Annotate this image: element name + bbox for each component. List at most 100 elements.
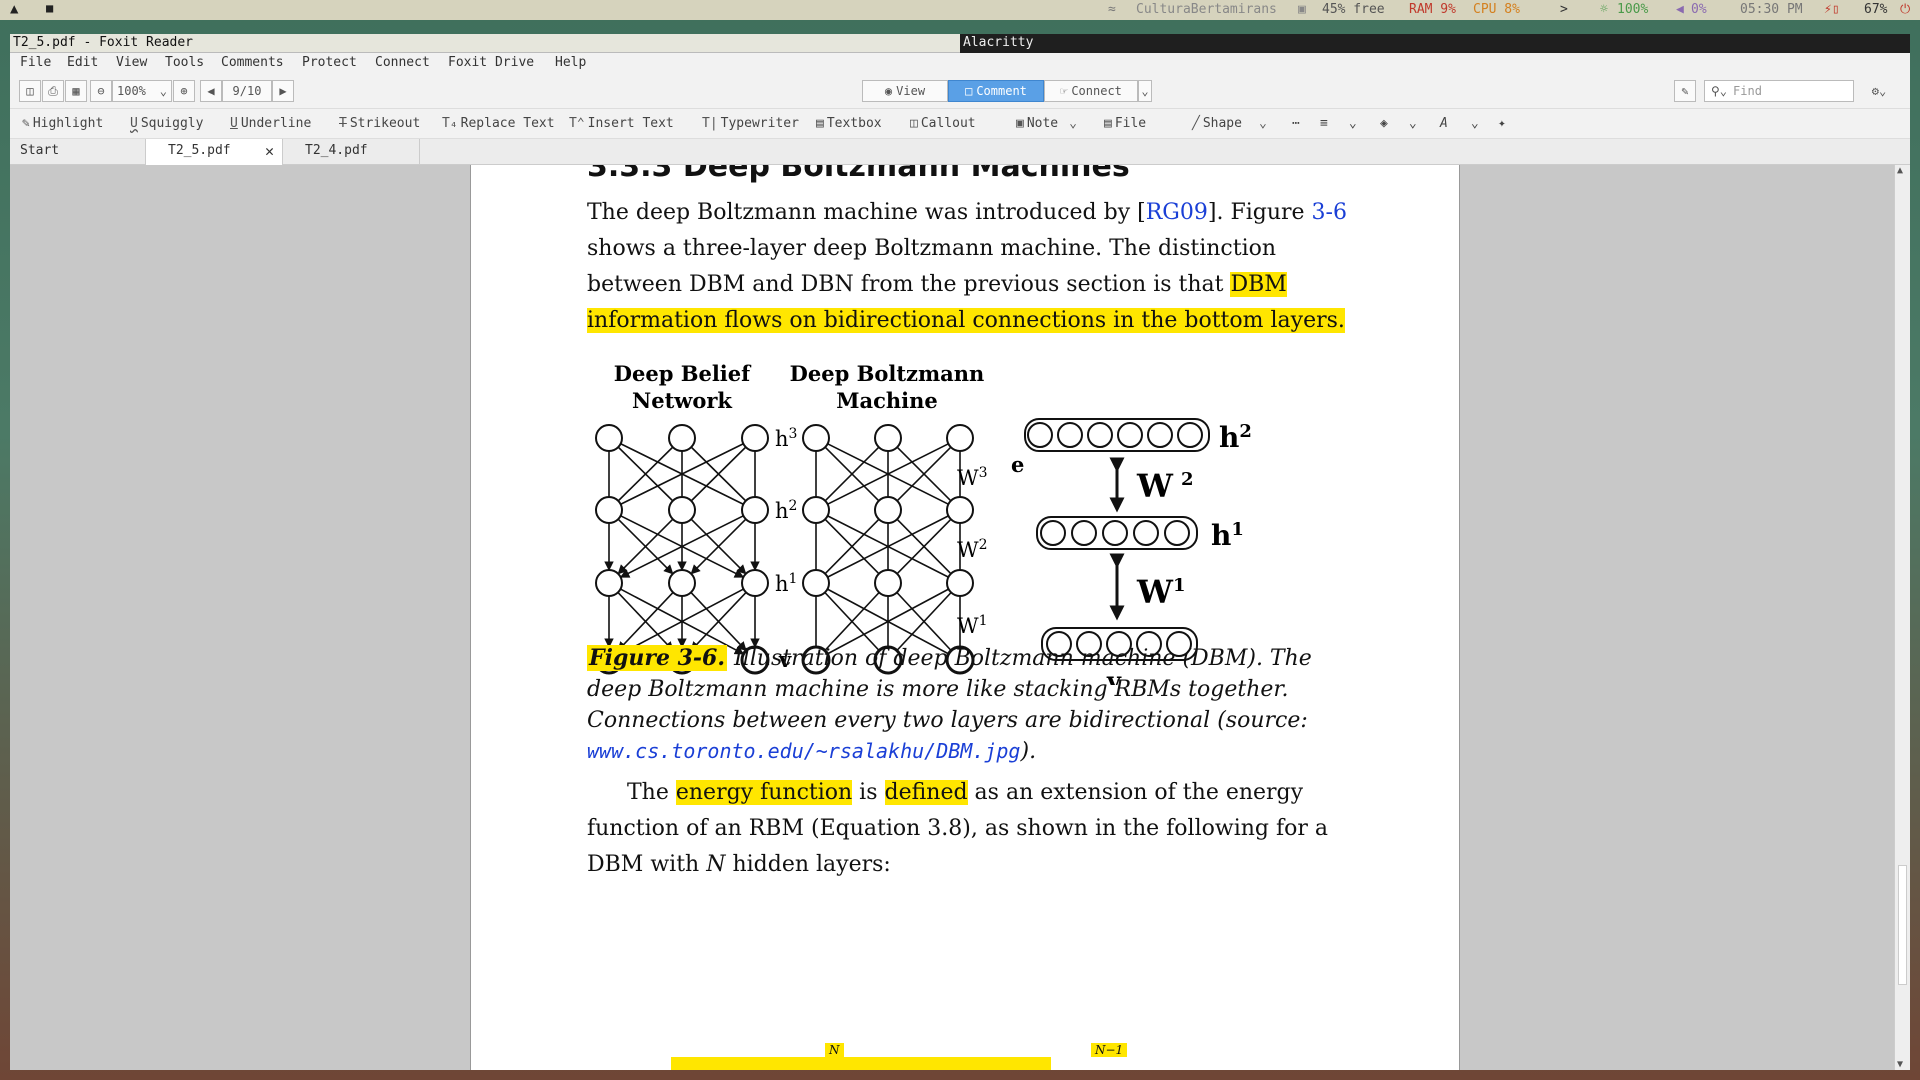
power-icon[interactable]: ⏻ <box>1900 2 1910 17</box>
label-h2: h2 <box>775 498 797 523</box>
menu-comments[interactable]: Comments <box>221 55 284 70</box>
caption-end: ). <box>1020 739 1037 764</box>
comment-mode-button[interactable]: □ Comment <box>948 80 1044 102</box>
label-w2: W2 <box>957 537 988 562</box>
mode-dropdown-icon[interactable]: ⌄ <box>1138 80 1152 102</box>
workspace-indicator-icon[interactable]: ■ <box>46 1 53 15</box>
file-attach-icon: ▤ <box>1104 116 1112 131</box>
shape-tool[interactable]: ╱ Shape ⌄ <box>1192 116 1267 131</box>
font-style-icon[interactable]: A ⌄ <box>1440 116 1479 131</box>
replace-text-label: Replace Text <box>460 116 555 131</box>
dbn-node <box>595 496 623 524</box>
document-viewer[interactable]: 3.3.3 Deep Boltzmann Machines The deep B… <box>10 165 1894 1070</box>
strikeout-label: Strikeout <box>349 116 421 131</box>
tab-t2-4[interactable]: T2_4.pdf <box>283 139 420 165</box>
menu-bar: File Edit View Tools Comments Protect Co… <box>10 53 1910 73</box>
menu-tools[interactable]: Tools <box>165 55 204 70</box>
previous-page-icon[interactable]: ◀ <box>200 80 222 102</box>
dbn-node <box>741 569 769 597</box>
page-number-input[interactable]: 9/10 <box>222 80 272 102</box>
vertical-scrollbar[interactable]: ▲ ▼ <box>1894 165 1910 1070</box>
chevron-right-icon[interactable]: > <box>1560 2 1568 17</box>
scroll-up-icon[interactable]: ▲ <box>1897 165 1903 176</box>
zoom-select[interactable]: 100% ⌄ <box>112 80 172 102</box>
menu-view[interactable]: View <box>116 55 147 70</box>
p2-text-b: is <box>852 780 885 805</box>
scrollbar-thumb[interactable] <box>1898 865 1907 985</box>
menu-connect[interactable]: Connect <box>375 55 430 70</box>
figure-link[interactable]: 3-6 <box>1312 200 1347 225</box>
p2-n: N <box>706 852 726 877</box>
callout-tool[interactable]: ◫ Callout <box>910 116 976 131</box>
squiggly-tool[interactable]: U Squiggly <box>130 116 203 131</box>
textbox-tool[interactable]: ▤ Textbox <box>816 116 882 131</box>
find-input[interactable]: ⚲⌄ Find <box>1704 80 1854 102</box>
brightness-level: 100% <box>1617 2 1649 17</box>
label-h3: h3 <box>775 426 797 451</box>
p1-text-a: The deep Boltzmann machine was introduce… <box>587 200 1146 225</box>
tab-t2-5[interactable]: T2_5.pdf ✕ <box>146 139 283 165</box>
rbm-node <box>1071 520 1097 546</box>
wifi-icon: ≈ <box>1108 2 1116 17</box>
connect-mode-button[interactable]: ☞ Connect <box>1044 80 1138 102</box>
insert-text-icon: T⌃ <box>569 116 585 131</box>
main-toolbar: ◫ ⎙ ▦ ⊖ 100% ⌄ ⊕ ◀ 9/10 ▶ ◉ View □ Comment … <box>10 73 1910 109</box>
zoom-out-icon[interactable]: ⊖ <box>90 80 112 102</box>
rbm-label-h1: h1 <box>1211 519 1244 552</box>
arch-logo-icon[interactable]: ▲ <box>10 1 18 17</box>
line-style-icon[interactable]: ≡ ⌄ <box>1320 116 1357 131</box>
menu-foxit-drive[interactable]: Foxit Drive <box>448 55 534 70</box>
dbm-title-2: Machine <box>836 388 938 413</box>
scroll-down-icon[interactable]: ▼ <box>1897 1059 1903 1070</box>
menu-file[interactable]: File <box>20 55 51 70</box>
caption-source-link[interactable]: www.cs.toronto.edu/~rsalakhu/DBM.jpg <box>587 739 1020 763</box>
insert-text-label: Insert Text <box>587 116 674 131</box>
highlight-defined[interactable]: defined <box>884 780 968 805</box>
p1-text-b: ]. Figure <box>1207 200 1312 225</box>
view-mode-button[interactable]: ◉ View <box>862 80 948 102</box>
insert-text-tool[interactable]: T⌃ Insert Text <box>569 116 674 131</box>
dbn-node <box>668 424 696 452</box>
equation-sup-n-minus-1: N−1 <box>1091 1043 1128 1057</box>
dbn-node <box>595 569 623 597</box>
comment-toolbar: ✎ Highlight U Squiggly U Underline T Strikeo… <box>10 109 1910 139</box>
menu-edit[interactable]: Edit <box>67 55 98 70</box>
caption-label[interactable]: Figure 3-6. <box>587 645 728 671</box>
print-icon[interactable]: ⎙ <box>42 80 64 102</box>
typewriter-tool[interactable]: T| Typewriter <box>702 116 799 131</box>
edit-pen-icon[interactable]: ✎ <box>1674 80 1696 102</box>
strikeout-tool[interactable]: T Strikeout <box>339 116 420 131</box>
dbm-connections <box>815 443 961 655</box>
volume-level: 0% <box>1691 2 1707 17</box>
settings-icon[interactable]: ⚙⌄ <box>1862 80 1896 102</box>
equation-highlight[interactable] <box>671 1057 1051 1070</box>
next-page-icon[interactable]: ▶ <box>272 80 294 102</box>
dbm-node <box>946 424 974 452</box>
menu-help[interactable]: Help <box>555 55 586 70</box>
menu-protect[interactable]: Protect <box>302 55 357 70</box>
highlight-energy-function[interactable]: energy function <box>675 780 853 805</box>
tab-start[interactable]: Start <box>10 139 146 165</box>
rbm-node <box>1057 422 1083 448</box>
file-label: File <box>1114 116 1147 131</box>
note-label: Note <box>1026 116 1059 131</box>
highlight-tool[interactable]: ✎ Highlight <box>22 116 103 131</box>
replace-text-tool[interactable]: T₄ Replace Text <box>442 116 555 131</box>
file-tool[interactable]: ▤ File <box>1104 116 1146 131</box>
save-icon[interactable]: ▦ <box>65 80 87 102</box>
close-icon[interactable]: ✕ <box>265 142 274 160</box>
textbox-label: Textbox <box>826 116 882 131</box>
underline-tool[interactable]: U Underline <box>230 116 311 131</box>
label-e: e <box>1011 452 1024 477</box>
zoom-in-icon[interactable]: ⊕ <box>173 80 195 102</box>
citation-link[interactable]: RG09 <box>1146 200 1208 225</box>
section-heading: 3.3.3 Deep Boltzmann Machines <box>587 165 1130 184</box>
fill-color-icon[interactable]: ◈ ⌄ <box>1380 116 1417 131</box>
note-tool[interactable]: ▣ Note ⌄ <box>1016 116 1077 131</box>
pin-icon[interactable]: ✦ <box>1498 116 1506 131</box>
sidebar-toggle-icon[interactable]: ◫ <box>19 80 41 102</box>
zoom-value: 100% <box>117 84 146 98</box>
callout-label: Callout <box>920 116 976 131</box>
more-icon[interactable]: ⋯ <box>1292 116 1300 131</box>
dbn-node <box>668 569 696 597</box>
